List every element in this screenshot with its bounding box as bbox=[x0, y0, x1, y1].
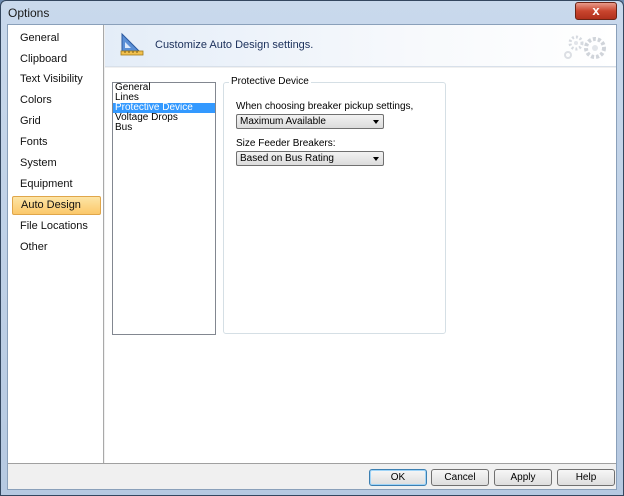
group-title: Protective Device bbox=[229, 76, 311, 87]
size-feeder-value: Based on Bus Rating bbox=[240, 153, 334, 164]
button-bar: OK Cancel Apply Help bbox=[8, 463, 616, 489]
nav-item-auto-design[interactable]: Auto Design bbox=[12, 196, 101, 215]
chevron-down-icon bbox=[373, 120, 379, 124]
nav-item-general[interactable]: General bbox=[12, 29, 101, 48]
nav-item-colors[interactable]: Colors bbox=[12, 91, 101, 110]
nav-item-file-locations[interactable]: File Locations bbox=[12, 217, 101, 236]
close-button[interactable]: x bbox=[575, 2, 617, 20]
nav-item-system[interactable]: System bbox=[12, 154, 101, 173]
options-nav: General Clipboard Text Visibility Colors… bbox=[8, 25, 104, 463]
dialog-client: General Clipboard Text Visibility Colors… bbox=[7, 24, 617, 490]
chevron-down-icon bbox=[373, 157, 379, 161]
size-feeder-select[interactable]: Based on Bus Rating bbox=[236, 151, 384, 166]
nav-item-clipboard[interactable]: Clipboard bbox=[12, 50, 101, 69]
options-window: Options x General Clipboard Text Visibil… bbox=[0, 0, 624, 496]
gears-icon bbox=[564, 35, 606, 59]
ok-button[interactable]: OK bbox=[369, 469, 427, 486]
breaker-pickup-value: Maximum Available bbox=[240, 116, 326, 127]
ruler-triangle-icon bbox=[120, 32, 144, 56]
help-button[interactable]: Help bbox=[557, 469, 615, 486]
window-title: Options bbox=[8, 6, 50, 20]
protective-device-group: Protective Device When choosing breaker … bbox=[223, 76, 446, 334]
title-bar[interactable]: Options x bbox=[1, 1, 623, 23]
nav-item-grid[interactable]: Grid bbox=[12, 112, 101, 131]
nav-item-text-visibility[interactable]: Text Visibility bbox=[12, 70, 101, 89]
breaker-pickup-select[interactable]: Maximum Available bbox=[236, 114, 384, 129]
apply-button[interactable]: Apply bbox=[494, 469, 552, 486]
nav-item-equipment[interactable]: Equipment bbox=[12, 175, 101, 194]
cancel-button[interactable]: Cancel bbox=[431, 469, 489, 486]
content-panel: General Lines Protective Device Voltage … bbox=[105, 68, 616, 463]
list-item-bus[interactable]: Bus bbox=[113, 123, 215, 133]
category-listbox[interactable]: General Lines Protective Device Voltage … bbox=[112, 82, 216, 335]
nav-item-other[interactable]: Other bbox=[12, 238, 101, 257]
size-feeder-label: Size Feeder Breakers: bbox=[236, 138, 336, 149]
nav-item-fonts[interactable]: Fonts bbox=[12, 133, 101, 152]
page-title: Customize Auto Design settings. bbox=[155, 39, 314, 51]
page-header: Customize Auto Design settings. bbox=[105, 25, 616, 67]
